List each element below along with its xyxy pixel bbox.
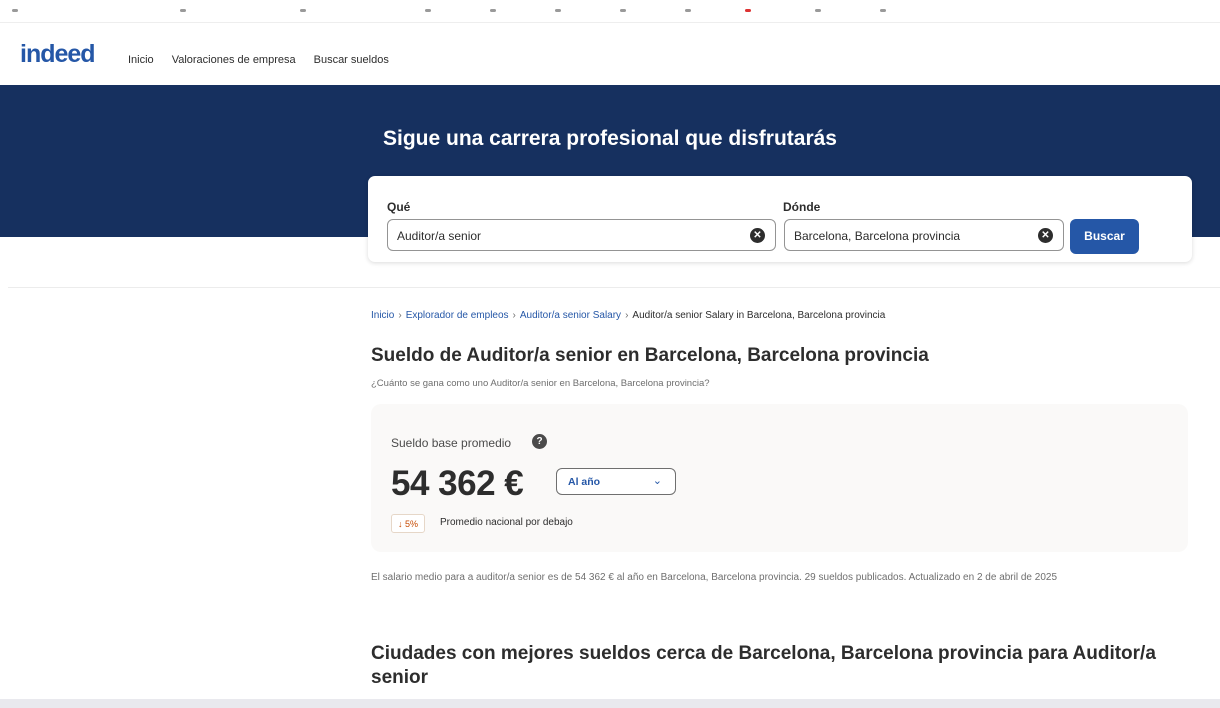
period-select-value: Al año — [568, 476, 601, 488]
nav-link-company-reviews[interactable]: Valoraciones de empresa — [172, 54, 296, 66]
salary-description: El salario medio para a auditor/a senior… — [371, 572, 1058, 583]
hero-title: Sigue una carrera profesional que disfru… — [383, 127, 837, 150]
where-input-value: Barcelona, Barcelona provincia — [794, 229, 961, 243]
bookmark-icon[interactable] — [180, 9, 186, 12]
page-subtitle: ¿Cuánto se gana como uno Auditor/a senio… — [371, 378, 710, 389]
what-label: Qué — [387, 200, 411, 214]
bookmark-icon[interactable] — [555, 9, 561, 12]
bookmark-icon[interactable] — [425, 9, 431, 12]
bookmark-icon[interactable] — [620, 9, 626, 12]
main-nav: Inicio Valoraciones de empresa Buscar su… — [128, 54, 407, 66]
chevron-right-icon: › — [625, 310, 629, 321]
where-input[interactable]: Barcelona, Barcelona provincia ✕ — [784, 219, 1064, 251]
browser-bookmarks-strip — [0, 0, 1220, 23]
page-title: Sueldo de Auditor/a senior en Barcelona,… — [371, 345, 929, 366]
where-label: Dónde — [783, 200, 821, 214]
bookmark-icon[interactable] — [300, 9, 306, 12]
breadcrumb: Inicio › Explorador de empleos › Auditor/a s… — [371, 310, 885, 321]
bookmark-icon[interactable] — [745, 9, 751, 12]
salary-label: Sueldo base promedio — [391, 436, 512, 450]
salary-card: Sueldo base promedio ? 54 362 € Al año ⌄… — [371, 404, 1188, 552]
bookmark-icon[interactable] — [12, 9, 18, 12]
what-input[interactable]: Auditor/a senior ✕ — [387, 219, 776, 251]
national-comparison-text: Promedio nacional por debajo — [440, 517, 573, 528]
search-button[interactable]: Buscar — [1070, 219, 1139, 254]
indeed-logo[interactable]: indeed — [20, 40, 96, 69]
bookmark-icon[interactable] — [880, 9, 886, 12]
breadcrumb-job-explorer[interactable]: Explorador de empleos — [406, 310, 509, 321]
national-comparison-badge: ↓ 5% — [391, 514, 426, 533]
what-input-value: Auditor/a senior — [397, 229, 482, 243]
nav-link-salaries[interactable]: Buscar sueldos — [314, 54, 389, 66]
chevron-right-icon: › — [398, 310, 402, 321]
breadcrumb-home[interactable]: Inicio — [371, 310, 394, 321]
breadcrumb-job-salary[interactable]: Auditor/a senior Salary — [520, 310, 621, 321]
divider — [8, 287, 1220, 288]
nav-link-home[interactable]: Inicio — [128, 54, 154, 66]
x-circle-icon[interactable]: ✕ — [1038, 228, 1053, 243]
salary-amount: 54 362 € — [391, 464, 524, 503]
period-select[interactable]: Al año ⌄ — [556, 468, 676, 495]
breadcrumb-current: Auditor/a senior Salary in Barcelona, Ba… — [632, 310, 886, 321]
section-title-top-cities: Ciudades con mejores sueldos cerca de Ba… — [371, 643, 1156, 688]
x-circle-icon[interactable]: ✕ — [750, 228, 765, 243]
chevron-right-icon: › — [512, 310, 516, 321]
search-card: Qué Auditor/a senior ✕ Dónde Barcelona, … — [368, 176, 1192, 262]
bookmark-icon[interactable] — [815, 9, 821, 12]
chevron-down-icon: ⌄ — [652, 475, 662, 487]
bookmark-icon[interactable] — [490, 9, 496, 12]
bookmark-icon[interactable] — [685, 9, 691, 12]
question-circle-icon[interactable]: ? — [532, 434, 547, 449]
bottom-scroll-edge — [0, 699, 1220, 708]
